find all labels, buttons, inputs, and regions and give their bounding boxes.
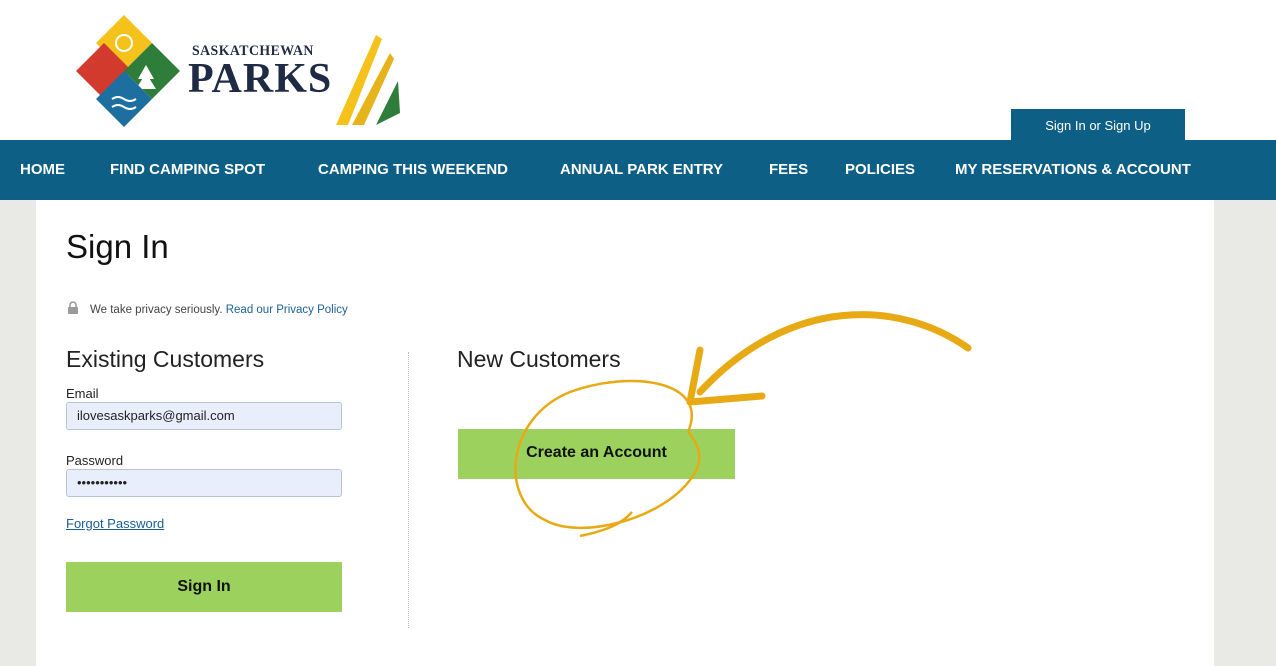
saskatchewan-parks-logo[interactable]: SASKATCHEWAN PARKS bbox=[76, 13, 406, 133]
email-field[interactable]: ilovesaskparks@gmail.com bbox=[66, 402, 342, 430]
main-nav: HOME FIND CAMPING SPOT CAMPING THIS WEEK… bbox=[0, 140, 1276, 200]
nav-item-my-reservations-account[interactable]: MY RESERVATIONS & ACCOUNT bbox=[955, 140, 1191, 200]
site-header: SASKATCHEWAN PARKS Sign In or Sign Up bbox=[0, 0, 1276, 141]
privacy-notice: We take privacy seriously. Read our Priv… bbox=[90, 304, 348, 316]
password-field[interactable]: ••••••••••• bbox=[66, 469, 342, 497]
forgot-password-link[interactable]: Forgot Password bbox=[66, 516, 164, 531]
email-label: Email bbox=[66, 386, 99, 401]
nav-item-annual-park-entry[interactable]: ANNUAL PARK ENTRY bbox=[560, 140, 723, 200]
column-divider bbox=[408, 352, 409, 628]
page-title: Sign In bbox=[66, 228, 169, 265]
nav-item-find-camping-spot[interactable]: FIND CAMPING SPOT bbox=[110, 140, 265, 200]
nav-item-policies[interactable]: POLICIES bbox=[845, 140, 915, 200]
create-account-button[interactable]: Create an Account bbox=[458, 429, 735, 479]
privacy-policy-link[interactable]: Read our Privacy Policy bbox=[226, 304, 348, 316]
privacy-text: We take privacy seriously. bbox=[90, 304, 223, 316]
logo-text-main: PARKS bbox=[188, 56, 333, 102]
nav-item-fees[interactable]: FEES bbox=[769, 140, 808, 200]
password-label: Password bbox=[66, 453, 124, 468]
lock-icon bbox=[68, 301, 78, 314]
existing-customers-heading: Existing Customers bbox=[66, 346, 265, 372]
nav-item-camping-this-weekend[interactable]: CAMPING THIS WEEKEND bbox=[318, 140, 508, 200]
sign-in-button[interactable]: Sign In bbox=[66, 562, 342, 612]
nav-item-home[interactable]: HOME bbox=[20, 140, 65, 200]
sign-in-panel: Sign In We take privacy seriously. Read … bbox=[36, 200, 1214, 666]
new-customers-heading: New Customers bbox=[457, 346, 621, 372]
sign-in-or-sign-up-tab[interactable]: Sign In or Sign Up bbox=[1011, 109, 1185, 141]
